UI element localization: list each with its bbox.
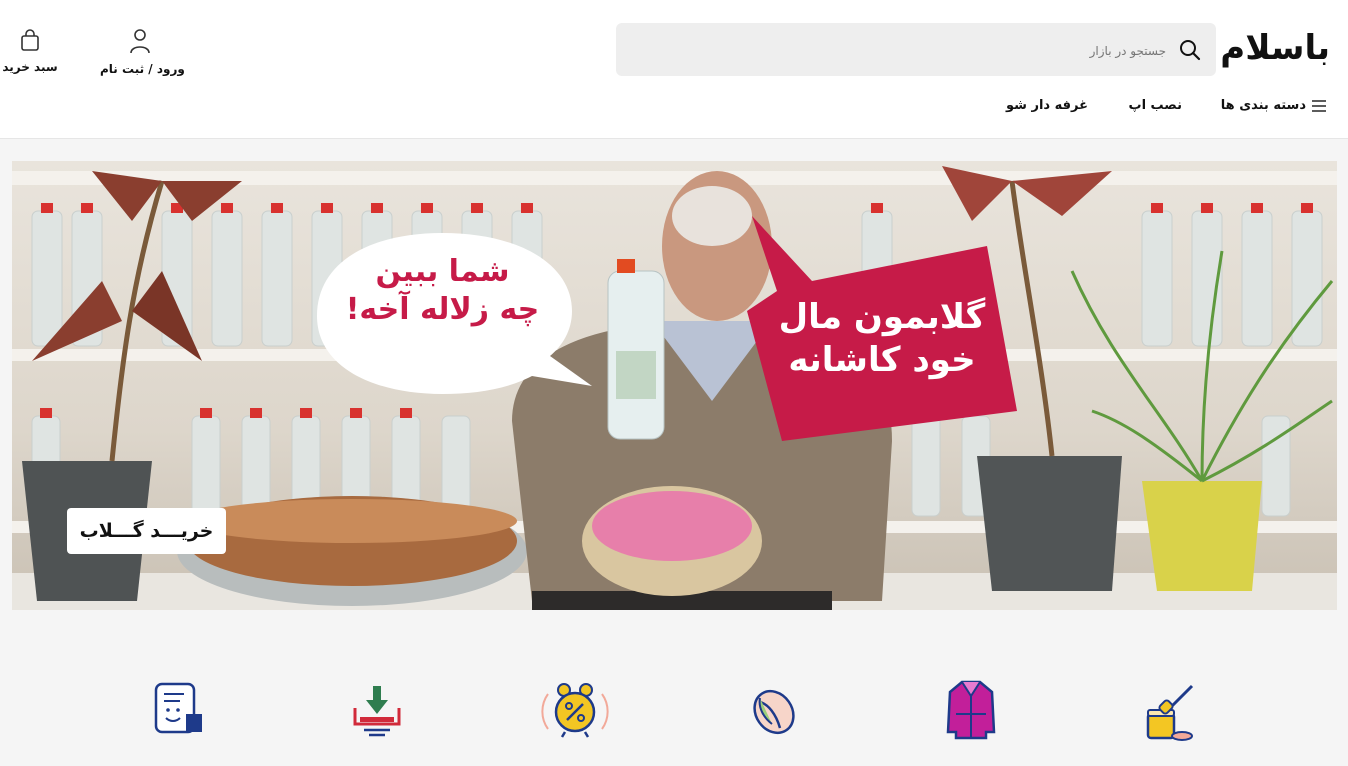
bubble-right-line-2: خود کاشانه	[788, 339, 976, 380]
bubble-right-line-1: گلابمون مال	[778, 297, 986, 337]
cart-label: سبد خرید	[2, 60, 58, 74]
logo[interactable]: باسلام	[1220, 24, 1330, 72]
buy-rosewater-button[interactable]: خریـــد گـــلاب	[67, 508, 226, 554]
coat-icon	[946, 680, 996, 740]
main-nav: دسته بندی ها نصب اپ غرفه دار شو	[0, 98, 1348, 122]
search-icon[interactable]	[1178, 38, 1202, 62]
header: باسلام ورود / ثبت نام سبد خرید دسته بن	[0, 0, 1348, 139]
category-nuts[interactable]	[738, 674, 808, 744]
category-honey[interactable]	[1134, 674, 1204, 744]
nav-categories[interactable]: دسته بندی ها	[1221, 98, 1326, 113]
nav-become-seller[interactable]: غرفه دار شو	[1006, 98, 1088, 113]
menu-icon	[1312, 99, 1326, 112]
shopping-bag-icon	[21, 29, 39, 51]
login-label: ورود / ثبت نام	[100, 62, 185, 76]
search-input[interactable]	[644, 33, 1168, 68]
cart-button[interactable]: سبد خرید	[2, 28, 58, 74]
category-discount[interactable]	[540, 674, 610, 744]
nav-install-app[interactable]: نصب اپ	[1129, 98, 1183, 113]
pistachio-icon	[753, 689, 795, 735]
category-clothing[interactable]	[936, 674, 1006, 744]
document-face-icon	[154, 682, 202, 734]
user-icon	[130, 29, 150, 54]
bubble-left-line-2: چه زلاله آخه!	[345, 291, 540, 327]
nav-categories-label: دسته بندی ها	[1220, 98, 1306, 113]
search-bar[interactable]	[616, 23, 1216, 76]
discount-alarm-clock-icon	[541, 683, 609, 738]
login-button[interactable]: ورود / ثبت نام	[100, 28, 185, 76]
hero-banner[interactable]: شما ببین چه زلاله آخه! گلابمون مال خود ک…	[12, 161, 1337, 610]
banner-bubble-right: گلابمون مال خود کاشانه	[772, 296, 992, 381]
category-strip	[0, 660, 1348, 760]
download-inbox-icon	[353, 686, 401, 737]
banner-bubble-left: شما ببین چه زلاله آخه!	[345, 253, 540, 328]
category-download[interactable]	[342, 674, 412, 744]
category-document-face[interactable]	[144, 674, 214, 744]
bubble-left-line-1: شما ببین	[375, 254, 510, 289]
honey-jar-icon	[1146, 684, 1194, 741]
